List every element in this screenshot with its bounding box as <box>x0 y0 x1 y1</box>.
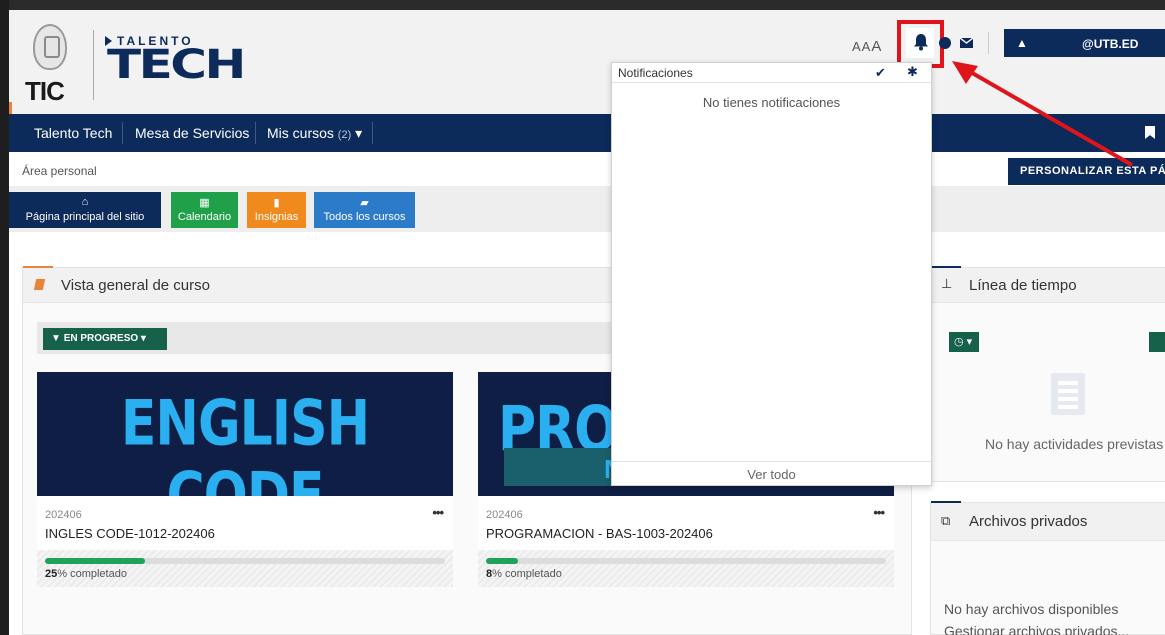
notifications-title: Notificaciones <box>618 66 693 80</box>
panel-header: ⊥ Línea de tiempo <box>931 268 1165 303</box>
course-term: 202406 <box>45 509 82 521</box>
view-all-link[interactable]: Ver todo <box>612 461 931 485</box>
main-navbar: Talento Tech Mesa de Servicios Mis curso… <box>9 114 1165 152</box>
progress-fill <box>486 558 518 564</box>
logo-tech-text: TECH <box>107 42 246 88</box>
quick-link-label: Todos los cursos <box>323 211 406 223</box>
notifications-header: Notificaciones ✔ ✱ <box>612 63 931 83</box>
course-image[interactable]: ENGLISH CODE <box>37 372 453 496</box>
progress-filter-dropdown[interactable]: ▼ EN PROGRESO ▾ <box>43 328 167 350</box>
font-large[interactable]: A <box>871 38 881 55</box>
user-menu[interactable]: ▲ @UTB.ED <box>1004 29 1165 57</box>
quick-link-calendar[interactable]: ▦ Calendario <box>171 192 238 228</box>
mark-all-read-icon[interactable]: ✔ <box>875 65 886 81</box>
chat-icon[interactable] <box>939 37 951 49</box>
calendar-icon: ▦ <box>199 197 210 209</box>
notifications-popover: Notificaciones ✔ ✱ No tienes notificacio… <box>611 62 932 486</box>
manage-files-link[interactable]: Gestionar archivos privados... <box>944 623 1129 635</box>
progress-bar <box>45 558 445 564</box>
nav-item-mis-cursos[interactable]: Mis cursos (2) ▾ <box>267 125 362 142</box>
course-name[interactable]: PROGRAMACION - BAS-1003-202406 <box>486 526 713 541</box>
header-divider <box>988 32 989 54</box>
quick-link-label: Insignias <box>254 211 299 223</box>
font-medium[interactable]: A <box>862 39 871 54</box>
book-icon <box>33 279 46 290</box>
bookmark-icon[interactable] <box>1145 126 1155 139</box>
progress-suffix: % completado <box>492 568 562 580</box>
user-name: @UTB.ED <box>1082 37 1139 51</box>
progress-bar <box>486 558 886 564</box>
timeline-panel: ⊥ Línea de tiempo ◷ ▾ No hay actividades… <box>930 266 1165 482</box>
empty-list-icon <box>1051 373 1085 415</box>
screen: { "header": { "logo_tic": "TIC", "logo_t… <box>0 0 1165 635</box>
tic-logo-text: TIC <box>25 76 65 106</box>
user-icon: ▲ <box>1016 36 1028 50</box>
tic-logo[interactable]: TIC <box>25 24 85 106</box>
panel-title: Línea de tiempo <box>969 277 1077 294</box>
font-small[interactable]: A <box>852 39 861 54</box>
quick-link-home[interactable]: ⌂ Página principal del sitio <box>9 192 161 228</box>
chevron-down-icon: ▾ <box>355 125 363 141</box>
timeline-sort-button[interactable] <box>1149 332 1165 352</box>
panel-header: ⧉ Archivos privados <box>931 503 1165 541</box>
nav-item-talento-tech[interactable]: Talento Tech <box>34 125 112 141</box>
nav-course-count: (2) <box>337 129 352 141</box>
progress-fill <box>45 558 145 564</box>
progress-percent: 25 <box>45 568 58 580</box>
course-name[interactable]: INGLES CODE-1012-202406 <box>45 526 215 541</box>
book-icon: ▰ <box>360 197 369 209</box>
filter-icon: ▼ <box>51 333 64 344</box>
customize-page-button[interactable]: PERSONALIZAR ESTA PÁ <box>1008 158 1165 185</box>
coat-of-arms-icon <box>33 24 67 70</box>
course-term: 202406 <box>486 509 523 521</box>
clock-icon: ◷ <box>954 336 964 348</box>
panel-title: Archivos privados <box>969 513 1088 530</box>
nav-item-mesa-de-servicios[interactable]: Mesa de Servicios <box>135 125 249 141</box>
nav-divider <box>255 122 256 144</box>
course-image-text: ENGLISH CODE <box>120 388 370 496</box>
nav-divider <box>372 122 373 144</box>
pin-icon: ⊥ <box>941 276 953 291</box>
progress-suffix: % completado <box>57 568 127 580</box>
notifications-empty-text: No tienes notificaciones <box>702 95 841 110</box>
files-icon: ⧉ <box>941 513 951 528</box>
talento-tech-logo[interactable]: TALENTO TECH <box>105 34 246 94</box>
window-left-frame <box>0 0 9 635</box>
quick-link-label: Página principal del sitio <box>25 211 145 223</box>
more-options-icon[interactable]: ••• <box>432 505 444 520</box>
panel-title: Vista general de curso <box>61 277 210 294</box>
quick-link-badges[interactable]: ▮ Insignias <box>247 192 306 228</box>
progress-text: 25% completado <box>45 568 127 580</box>
timeline-empty-text: No hay actividades previstas <box>985 436 1164 452</box>
files-empty-text: No hay archivos disponibles <box>944 601 1119 617</box>
more-options-icon[interactable]: ••• <box>873 505 885 520</box>
window-top-frame <box>0 0 1165 10</box>
chevron-down-icon: ▾ <box>138 333 146 344</box>
mail-icon[interactable] <box>960 38 973 48</box>
progress-text: 8% completado <box>486 568 562 580</box>
timeline-filter-dropdown[interactable]: ◷ ▾ <box>949 332 979 352</box>
course-card[interactable]: ENGLISH CODE 202406 INGLES CODE-1012-202… <box>37 372 453 587</box>
private-files-panel: ⧉ Archivos privados No hay archivos disp… <box>930 501 1165 635</box>
quick-link-all-courses[interactable]: ▰ Todos los cursos <box>314 192 415 228</box>
breadcrumb[interactable]: Área personal <box>22 164 97 178</box>
course-progress-area: 8% completado <box>478 550 894 587</box>
nav-mis-cursos-label: Mis cursos <box>267 125 334 141</box>
site-header: TIC TALENTO TECH <box>9 10 1165 114</box>
font-size-control[interactable]: AAA <box>852 38 882 55</box>
quick-link-label: Calendario <box>177 211 232 223</box>
bookmark-icon: ▮ <box>273 197 280 209</box>
gear-icon[interactable]: ✱ <box>907 64 918 80</box>
course-progress-area: 25% completado <box>37 550 453 587</box>
filter-label: EN PROGRESO <box>63 333 139 344</box>
logo-divider <box>93 30 94 100</box>
nav-divider <box>122 122 123 144</box>
home-icon: ⌂ <box>81 196 89 208</box>
highlight-box <box>897 20 944 68</box>
